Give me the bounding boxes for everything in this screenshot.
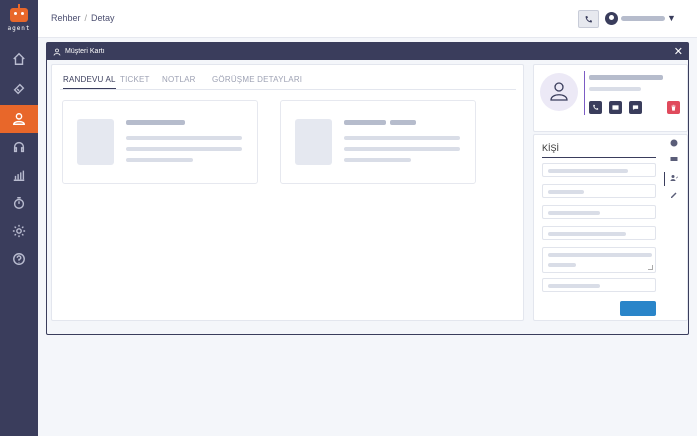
card-line-placeholder (126, 147, 242, 151)
card-thumbnail (295, 119, 332, 165)
save-button[interactable] (620, 301, 656, 316)
top-bar: Rehber / Detay ▼ (38, 0, 697, 38)
side-active-indicator (664, 172, 665, 186)
call-button[interactable] (589, 101, 602, 114)
header-divider (584, 71, 585, 115)
contact-field[interactable] (542, 278, 656, 292)
card-line-placeholder (126, 136, 242, 140)
email-button[interactable] (609, 101, 622, 114)
phone-icon (585, 15, 592, 22)
headset-icon (13, 141, 25, 153)
user-outline-icon (550, 82, 568, 101)
tab-gorusme-detaylari[interactable]: GÖRÜŞME DETAYLARI (212, 75, 302, 84)
contact-notes-textarea[interactable] (542, 247, 656, 273)
card-title-placeholder (344, 120, 386, 125)
tab-ticket[interactable]: TICKET (120, 75, 150, 84)
help-icon (13, 253, 25, 265)
chart-icon (13, 170, 25, 181)
info-icon[interactable] (669, 138, 679, 148)
main-sidebar: agent (0, 0, 38, 436)
trash-icon (671, 104, 676, 111)
id-card-icon[interactable] (669, 154, 679, 164)
close-icon[interactable]: ✕ (674, 45, 683, 58)
card-thumbnail (77, 119, 114, 165)
phone-icon (593, 104, 599, 110)
contact-form-card: KİŞİ (533, 134, 688, 321)
contact-field[interactable] (542, 226, 656, 240)
tabs-panel: RANDEVU AL TICKET NOTLAR GÖRÜŞME DETAYLA… (51, 64, 524, 321)
tab-notlar[interactable]: NOTLAR (162, 75, 196, 84)
card-title-placeholder (126, 120, 185, 125)
contact-name-placeholder (589, 75, 663, 80)
user-avatar[interactable] (605, 12, 618, 25)
contact-avatar (540, 73, 578, 111)
tab-randevu-al[interactable]: RANDEVU AL (63, 75, 116, 89)
delete-button[interactable] (667, 101, 680, 114)
chat-icon (632, 105, 639, 111)
robot-logo-icon (10, 4, 28, 22)
modal-title: Müşteri Kartı (65, 48, 105, 55)
contact-header-card (533, 64, 688, 132)
app-logo[interactable]: agent (0, 0, 38, 38)
user-icon (53, 48, 61, 56)
contact-subtitle-placeholder (589, 87, 641, 91)
breadcrumb: Rehber / Detay (51, 13, 115, 23)
user-edit-icon[interactable] (669, 173, 679, 183)
contact-section-title: KİŞİ (542, 143, 656, 158)
nav-home[interactable] (0, 45, 38, 73)
contact-field[interactable] (542, 205, 656, 219)
timer-icon (13, 197, 25, 209)
user-name-placeholder[interactable] (621, 16, 665, 21)
nav-support[interactable] (0, 133, 38, 161)
chevron-down-icon[interactable]: ▼ (667, 13, 676, 23)
nav-help[interactable] (0, 245, 38, 273)
logo-text: agent (7, 25, 31, 32)
appointment-card[interactable] (62, 100, 258, 184)
nav-timer[interactable] (0, 189, 38, 217)
card-line-placeholder (344, 147, 460, 151)
nav-contacts[interactable] (0, 105, 38, 133)
tab-bar: RANDEVU AL TICKET NOTLAR GÖRÜŞME DETAYLA… (60, 75, 516, 90)
modal-header: Müşteri Kartı ✕ (47, 43, 688, 60)
card-line-placeholder (126, 158, 193, 162)
card-line-placeholder (344, 136, 460, 140)
appointment-card[interactable] (280, 100, 476, 184)
customer-card-modal: Müşteri Kartı ✕ RANDEVU AL TICKET NOTLAR… (46, 42, 689, 335)
contact-field[interactable] (542, 163, 656, 177)
home-icon (13, 52, 25, 65)
envelope-icon (612, 105, 619, 110)
card-title-placeholder (390, 120, 416, 125)
breadcrumb-separator: / (84, 13, 88, 23)
message-button[interactable] (629, 101, 642, 114)
user-icon (13, 113, 25, 125)
ticket-icon (13, 83, 25, 95)
card-line-placeholder (344, 158, 411, 162)
phone-button[interactable] (578, 10, 599, 28)
nav-tickets[interactable] (0, 75, 38, 103)
breadcrumb-item-rehber[interactable]: Rehber (51, 13, 81, 23)
breadcrumb-item-detay: Detay (91, 13, 115, 23)
settings-icon (12, 224, 26, 238)
contact-field[interactable] (542, 184, 656, 198)
nav-reports[interactable] (0, 161, 38, 189)
nav-settings[interactable] (0, 217, 38, 245)
pencil-icon[interactable] (669, 190, 679, 200)
